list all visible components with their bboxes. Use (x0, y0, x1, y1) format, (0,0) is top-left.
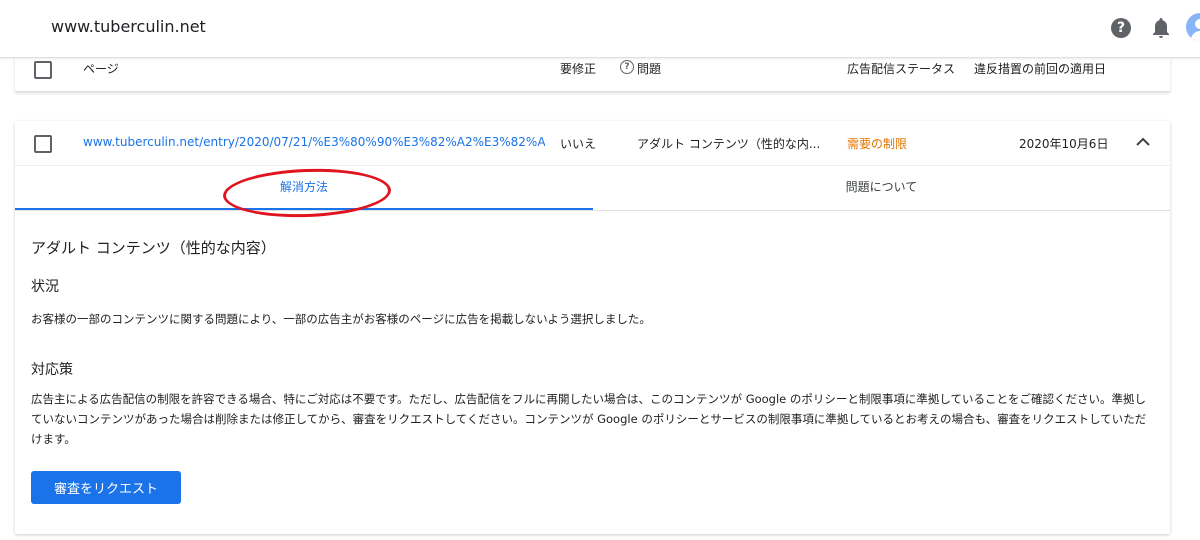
col-issue[interactable]: 問題 (637, 60, 661, 77)
help-icon[interactable]: ? (1111, 18, 1131, 38)
status-badge: 需要の制限 (847, 137, 908, 151)
select-all-checkbox[interactable] (34, 61, 52, 79)
col-page[interactable]: ページ (83, 60, 119, 77)
action-heading: 対応策 (31, 362, 73, 378)
situation-heading: 状況 (31, 279, 59, 295)
situation-text: お客様の一部のコンテンツに関する問題により、一部の広告主がお客様のページに広告を… (31, 312, 651, 326)
tab-solution[interactable]: 解消方法 (15, 166, 593, 210)
issue-title: アダルト コンテンツ（性的な内容） (31, 239, 276, 257)
top-bar: www.tuberculin.net ? (0, 0, 1200, 58)
issue-card: www.tuberculin.net/entry/2020/07/21/%E3%… (15, 121, 1170, 534)
tab-bar: 解消方法 問題について (15, 166, 1170, 211)
question-icon[interactable]: ? (620, 60, 634, 74)
col-last-enforced[interactable]: 違反措置の前回の適用日 (974, 60, 1106, 77)
table-header: ページ 要修正 ? 問題 広告配信ステータス 違反措置の前回の適用日 (15, 57, 1170, 92)
page-url-link[interactable]: www.tuberculin.net/entry/2020/07/21/%E3%… (83, 135, 545, 149)
chevron-up-icon[interactable] (1135, 135, 1151, 147)
action-text: 広告主による広告配信の制限を許容できる場合、特にご対応は不要です。ただし、広告配… (31, 392, 1147, 446)
issue-value: アダルト コンテンツ（性的な内... (637, 137, 821, 151)
avatar[interactable] (1186, 13, 1200, 41)
date-value: 2020年10月6日 (1019, 137, 1109, 151)
tab-about-issue[interactable]: 問題について (593, 166, 1170, 210)
needs-fix-value: いいえ (560, 137, 597, 151)
table-row[interactable]: www.tuberculin.net/entry/2020/07/21/%E3%… (15, 121, 1170, 166)
request-review-button[interactable]: 審査をリクエスト (31, 471, 181, 504)
bell-icon[interactable] (1151, 17, 1171, 39)
site-title[interactable]: www.tuberculin.net (51, 17, 206, 36)
col-ad-status[interactable]: 広告配信ステータス (847, 60, 955, 77)
col-needs-fix[interactable]: 要修正 (560, 60, 596, 77)
row-checkbox[interactable] (34, 135, 52, 153)
